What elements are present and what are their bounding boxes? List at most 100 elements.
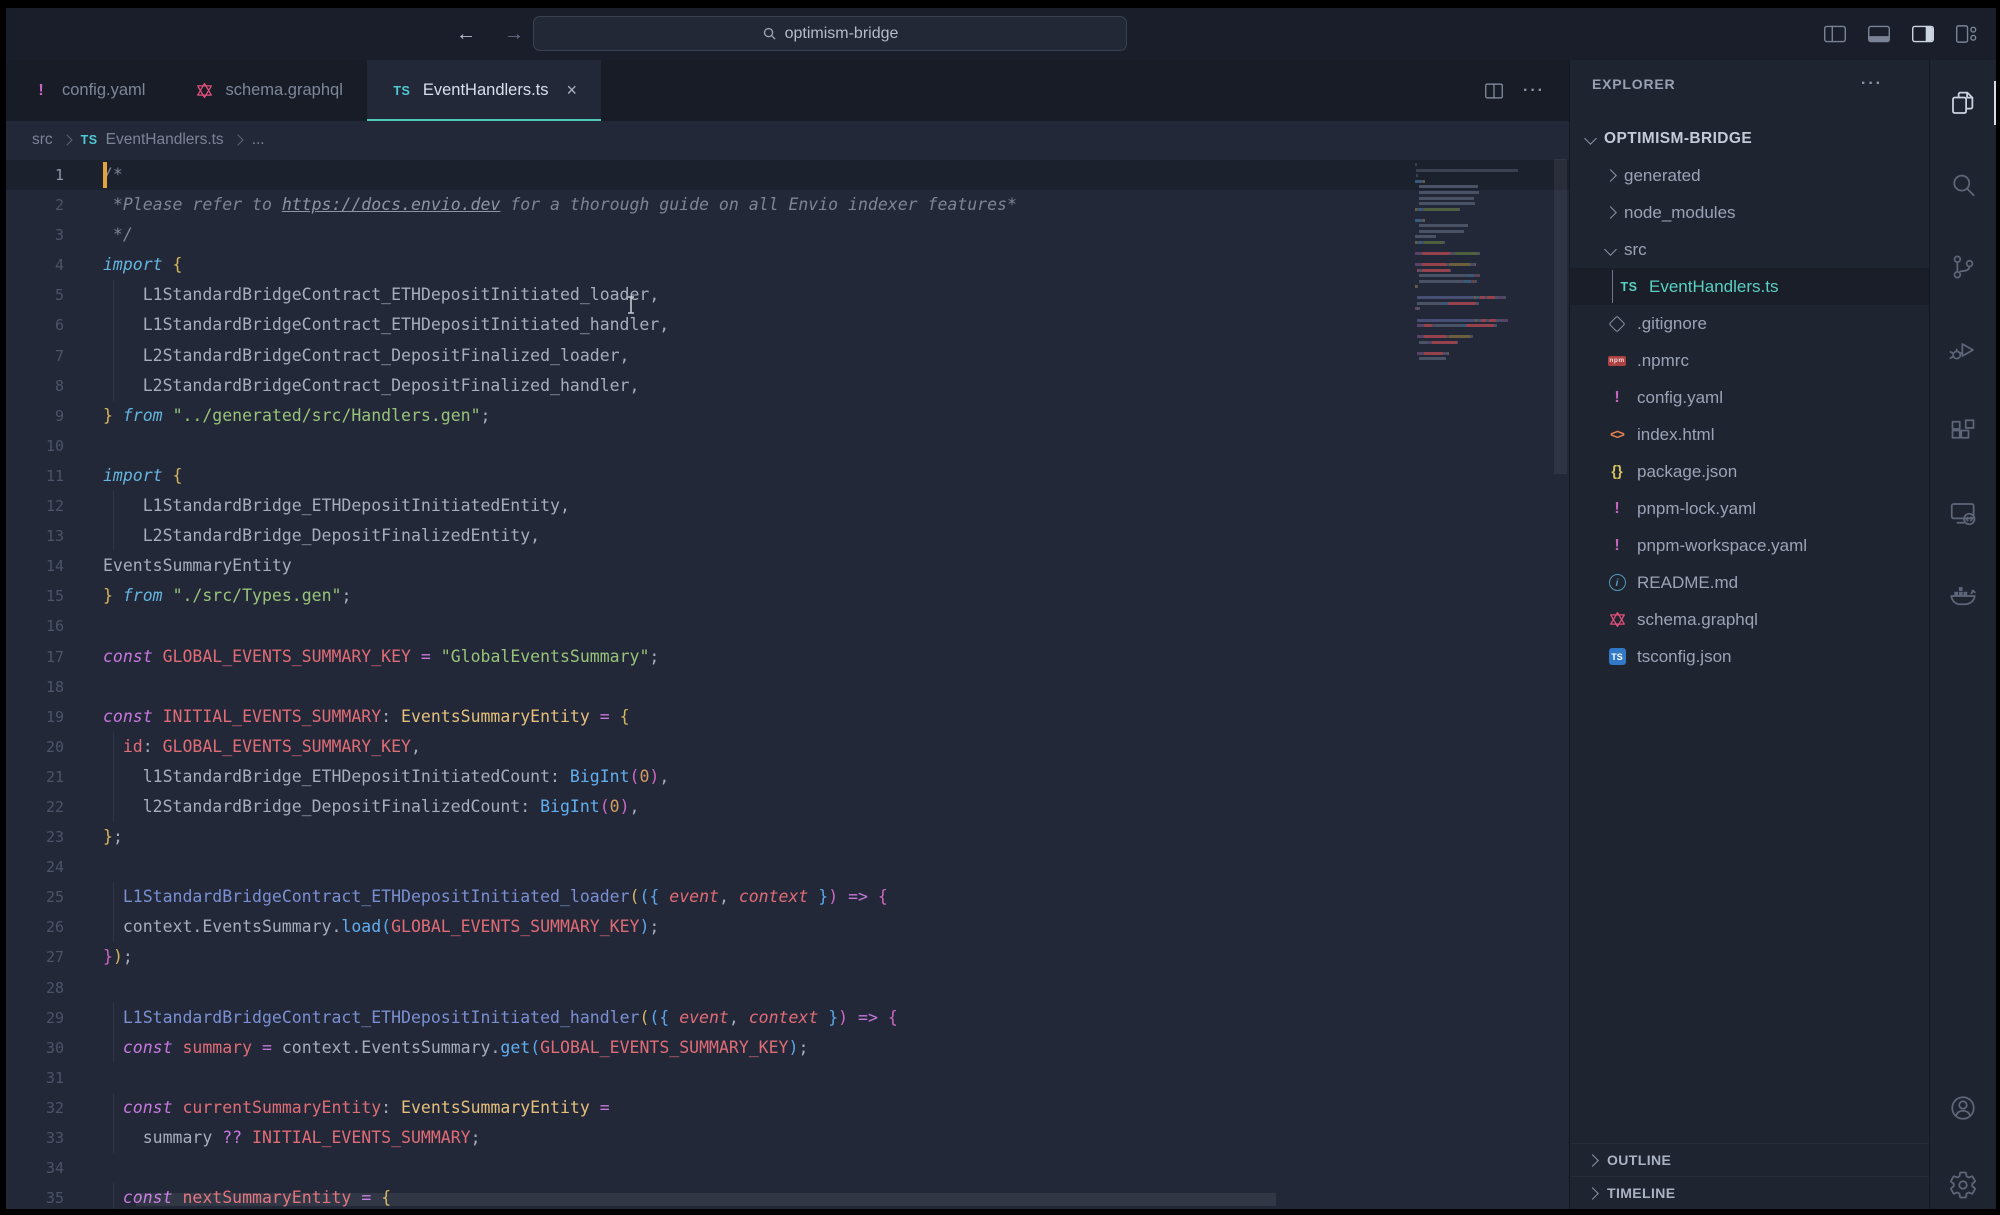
tree-item-pnpm-lock.yaml[interactable]: !pnpm-lock.yaml — [1570, 490, 1929, 527]
code-line[interactable]: 19const INITIAL_EVENTS_SUMMARY: EventsSu… — [6, 702, 1569, 732]
code-line[interactable]: 13 L2StandardBridge_DepositFinalizedEnti… — [6, 521, 1569, 551]
history-forward-icon[interactable]: → — [504, 23, 524, 46]
split-editor-icon[interactable] — [1483, 80, 1505, 102]
code-line[interactable]: 7 L2StandardBridgeContract_DepositFinali… — [6, 341, 1569, 371]
tab-schema.graphql[interactable]: schema.graphql — [169, 60, 366, 121]
title-bar: ← → optimism-bridge — [6, 8, 1996, 60]
tab-config.yaml[interactable]: !config.yaml — [6, 60, 169, 121]
code-line[interactable]: 26 context.EventsSummary.load(GLOBAL_EVE… — [6, 912, 1569, 942]
code-line[interactable]: 11import { — [6, 461, 1569, 491]
code-line[interactable]: 34 — [6, 1153, 1569, 1183]
command-center-search[interactable]: optimism-bridge — [533, 16, 1127, 51]
layout-sidebar-right-icon[interactable] — [1910, 21, 1936, 47]
section-timeline[interactable]: TIMELINE — [1570, 1176, 1929, 1209]
tree-item-pnpm-workspace.yaml[interactable]: !pnpm-workspace.yaml — [1570, 527, 1929, 564]
code-line[interactable]: 8 L2StandardBridgeContract_DepositFinali… — [6, 371, 1569, 401]
horizontal-scrollbar[interactable] — [136, 1193, 1276, 1206]
tree-item-schema.graphql[interactable]: schema.graphql — [1570, 601, 1929, 638]
code-line[interactable]: 16 — [6, 611, 1569, 641]
line-number: 13 — [6, 521, 64, 551]
breadcrumb[interactable]: src TSEventHandlers.ts... — [6, 121, 1569, 159]
layout-customize-icon[interactable] — [1954, 21, 1980, 47]
search-icon[interactable] — [1930, 156, 1996, 214]
info-file-icon: i — [1606, 574, 1628, 591]
editor-more-actions-icon[interactable]: ··· — [1523, 82, 1545, 100]
tree-item-.gitignore[interactable]: .gitignore — [1570, 305, 1929, 342]
line-number: 20 — [6, 732, 64, 762]
source-control-icon[interactable] — [1930, 238, 1996, 296]
line-number: 18 — [6, 672, 64, 702]
code-line[interactable]: 12 L1StandardBridge_ETHDepositInitiatedE… — [6, 491, 1569, 521]
explorer-more-icon[interactable]: ··· — [1861, 75, 1883, 93]
account-icon[interactable] — [1930, 1079, 1996, 1137]
tree-indent-guide — [1612, 270, 1613, 303]
section-outline[interactable]: OUTLINE — [1570, 1143, 1929, 1176]
code-line[interactable]: 14EventsSummaryEntity — [6, 551, 1569, 581]
line-number: 14 — [6, 551, 64, 581]
code-line[interactable]: 28 — [6, 973, 1569, 1003]
breadcrumb-item[interactable]: ... — [252, 131, 265, 149]
editor-group: !config.yamlschema.graphqlTSEventHandler… — [6, 60, 1569, 1209]
line-number: 22 — [6, 792, 64, 822]
code-line[interactable]: 17const GLOBAL_EVENTS_SUMMARY_KEY = "Glo… — [6, 642, 1569, 672]
chevron-right-icon — [1604, 206, 1617, 219]
line-number: 29 — [6, 1003, 64, 1033]
vertical-scrollbar[interactable] — [1554, 159, 1567, 474]
tree-item-generated[interactable]: generated — [1570, 157, 1929, 194]
code-line[interactable]: 18 — [6, 672, 1569, 702]
settings-icon[interactable] — [1930, 1156, 1996, 1209]
search-value: optimism-bridge — [785, 25, 899, 43]
explorer-panel: EXPLORER ··· OPTIMISM-BRIDGEgeneratednod… — [1569, 60, 1929, 1209]
code-line[interactable]: 15} from "./src/Types.gen"; — [6, 581, 1569, 611]
code-line[interactable]: 10 — [6, 431, 1569, 461]
code-line[interactable]: 1/* — [6, 160, 1569, 190]
ts-file-icon: TS — [391, 84, 413, 98]
tree-item-EventHandlers.ts[interactable]: TSEventHandlers.ts — [1570, 268, 1929, 305]
tree-root-folder[interactable]: OPTIMISM-BRIDGE — [1570, 120, 1929, 157]
code-line[interactable]: 29 L1StandardBridgeContract_ETHDepositIn… — [6, 1003, 1569, 1033]
tree-item-config.yaml[interactable]: !config.yaml — [1570, 379, 1929, 416]
code-line[interactable]: 31 — [6, 1063, 1569, 1093]
code-line[interactable]: 23}; — [6, 822, 1569, 852]
code-editor[interactable]: 1/*2 *Please refer to https://docs.envio… — [6, 159, 1569, 1209]
code-line[interactable]: 27}); — [6, 942, 1569, 972]
code-line[interactable]: 25 L1StandardBridgeContract_ETHDepositIn… — [6, 882, 1569, 912]
code-line[interactable]: 4import { — [6, 250, 1569, 280]
close-tab-icon[interactable]: × — [567, 80, 578, 101]
code-line[interactable]: 5 L1StandardBridgeContract_ETHDepositIni… — [6, 280, 1569, 310]
layout-panel-bottom-icon[interactable] — [1866, 21, 1892, 47]
docker-icon[interactable] — [1930, 566, 1996, 624]
tree-item-src[interactable]: src — [1570, 231, 1929, 268]
code-line[interactable]: 21 l1StandardBridge_ETHDepositInitiatedC… — [6, 762, 1569, 792]
tree-item-node_modules[interactable]: node_modules — [1570, 194, 1929, 231]
tree-item-index.html[interactable]: <>index.html — [1570, 416, 1929, 453]
chevron-down-icon — [1604, 243, 1617, 256]
tree-item-package.json[interactable]: {}package.json — [1570, 453, 1929, 490]
tree-item-README.md[interactable]: iREADME.md — [1570, 564, 1929, 601]
tree-item-label: EventHandlers.ts — [1649, 277, 1778, 297]
tab-EventHandlers.ts[interactable]: TSEventHandlers.ts× — [367, 60, 601, 121]
tree-item-.npmrc[interactable]: npm.npmrc — [1570, 342, 1929, 379]
layout-sidebar-left-icon[interactable] — [1822, 21, 1848, 47]
run-debug-icon[interactable] — [1930, 320, 1996, 378]
breadcrumb-item[interactable]: src — [32, 131, 53, 149]
code-line[interactable]: 9} from "../generated/src/Handlers.gen"; — [6, 401, 1569, 431]
breadcrumb-item[interactable]: TSEventHandlers.ts — [81, 131, 224, 149]
code-line[interactable]: 2 *Please refer to https://docs.envio.de… — [6, 190, 1569, 220]
code-line[interactable]: 32 const currentSummaryEntity: EventsSum… — [6, 1093, 1569, 1123]
code-line[interactable]: 24 — [6, 852, 1569, 882]
explorer-icon[interactable] — [1930, 74, 1996, 132]
minimap[interactable] — [1415, 162, 1547, 362]
code-line[interactable]: 30 const summary = context.EventsSummary… — [6, 1033, 1569, 1063]
code-line[interactable]: 33 summary ?? INITIAL_EVENTS_SUMMARY; — [6, 1123, 1569, 1153]
breadcrumb-separator-icon — [61, 134, 72, 145]
extensions-icon[interactable] — [1930, 402, 1996, 460]
code-line[interactable]: 6 L1StandardBridgeContract_ETHDepositIni… — [6, 310, 1569, 340]
history-back-icon[interactable]: ← — [456, 23, 476, 46]
remote-explorer-icon[interactable] — [1930, 484, 1996, 542]
code-line[interactable]: 20 id: GLOBAL_EVENTS_SUMMARY_KEY, — [6, 732, 1569, 762]
tree-item-tsconfig.json[interactable]: TStsconfig.json — [1570, 638, 1929, 675]
tree-item-label: config.yaml — [1637, 388, 1723, 408]
code-line[interactable]: 22 l2StandardBridge_DepositFinalizedCoun… — [6, 792, 1569, 822]
code-line[interactable]: 3 */ — [6, 220, 1569, 250]
